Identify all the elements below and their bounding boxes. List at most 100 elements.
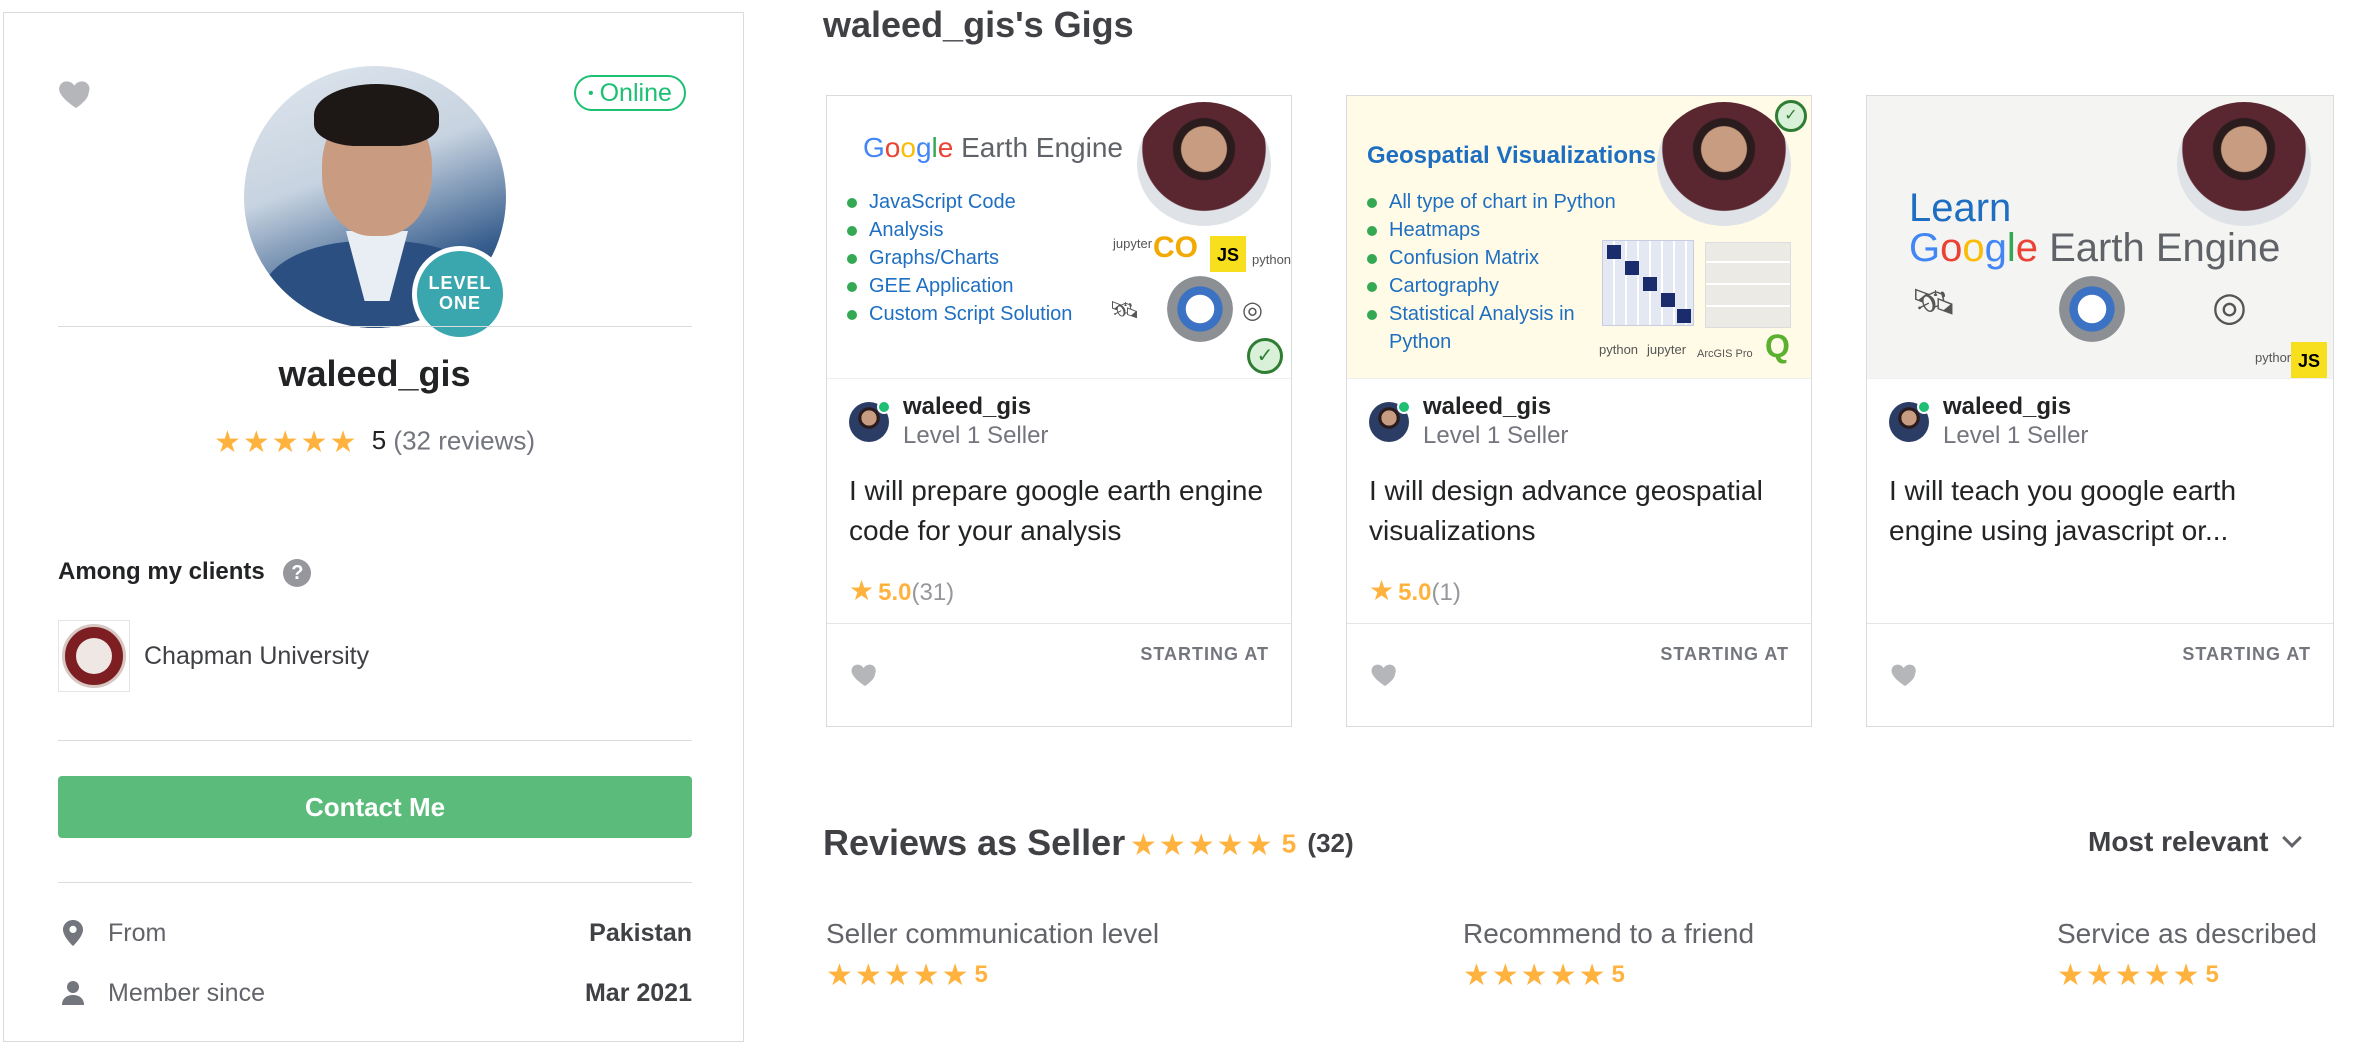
qgis-icon: Q — [1765, 328, 1790, 364]
star-icon: ★ — [1369, 575, 1395, 606]
rating-stars-icon: ★★★★★ — [1463, 959, 1608, 992]
rating-stars-icon: ★★★★★ — [826, 959, 971, 992]
jupyter-icon: jupyter — [1647, 342, 1687, 357]
rating-stars-icon: ★★★★★ — [1130, 829, 1275, 862]
rating-value: 5 — [371, 425, 387, 456]
profile-username[interactable]: waleed_gis — [4, 353, 745, 395]
gig-rating: ★ 5.0(31) — [849, 575, 955, 606]
seller-name[interactable]: waleed_gis — [1943, 393, 2088, 421]
gig-footer: STARTING AT — [827, 623, 1291, 728]
seller-avatar — [849, 400, 891, 442]
profile-rating: ★★★★★ 5 (32 reviews) — [4, 425, 745, 460]
reviews-section-heading: Reviews as Seller — [823, 822, 1126, 863]
gig-card-2[interactable]: Geospatial Visualizations ✓ All type of … — [1346, 95, 1812, 727]
client-name: Chapman University — [144, 641, 370, 670]
chevron-down-icon — [2281, 828, 2302, 848]
reviews-sort-dropdown[interactable]: Most relevant — [2088, 826, 2302, 858]
chapman-university-logo — [58, 620, 130, 692]
gig-title-link[interactable]: I will teach you google earth engine usi… — [1889, 471, 2319, 551]
satellite-icon: 🛰 — [1911, 281, 1957, 322]
seller-avatar — [1369, 400, 1411, 442]
earth-engine-gear-icon — [2059, 276, 2125, 342]
gig-footer: STARTING AT — [1867, 623, 2333, 728]
review-breakdown-item: Service as described ★★★★★ 5 — [2057, 918, 2317, 992]
seller-name[interactable]: waleed_gis — [1423, 393, 1568, 421]
satellite-icon: 🛰 — [1109, 297, 1140, 324]
seller-name[interactable]: waleed_gis — [903, 393, 1048, 421]
seller-level: Level 1 Seller — [1423, 422, 1569, 449]
python-icon: python — [1599, 342, 1639, 357]
python-icon: python — [1252, 252, 1291, 267]
gig-title-link[interactable]: I will design advance geospatial visuali… — [1369, 471, 1799, 551]
gig-thumbnail[interactable]: Google Earth Engine JavaScript Code Anal… — [827, 96, 1291, 379]
gig-seller-info[interactable]: waleed_gis Level 1 Seller — [1889, 392, 2088, 452]
seller-portrait — [1657, 102, 1791, 226]
gig-thumbnail[interactable]: Geospatial Visualizations ✓ All type of … — [1347, 96, 1811, 379]
star-icon: ★ — [849, 575, 875, 606]
review-count-link[interactable]: (32 reviews) — [393, 425, 535, 455]
javascript-icon: JS — [1210, 236, 1246, 272]
reviews-overall-rating: ★★★★★ 5 (32) — [1130, 828, 1354, 862]
rating-stars-icon: ★★★★★ — [2057, 959, 2202, 992]
javascript-icon: JS — [2291, 342, 2327, 378]
thumb-title: Learn Google Earth Engine — [1909, 186, 2281, 270]
price-label: STARTING AT — [1140, 644, 1269, 664]
globe-icon: ◎ — [1242, 297, 1263, 324]
thumb-bullet-list: All type of chart in Python Heatmaps Con… — [1367, 188, 1616, 356]
thumb-title: Geospatial Visualizations — [1367, 142, 1656, 169]
arcgis-icon: ArcGIS Pro — [1697, 348, 1753, 360]
thumb-title: Google Earth Engine — [863, 132, 1123, 163]
gigs-section-heading: waleed_gis's Gigs — [823, 4, 1134, 45]
seller-level: Level 1 Seller — [903, 422, 1049, 449]
online-dot-icon — [877, 400, 891, 414]
confusion-matrix-graphic — [1602, 240, 1694, 326]
level-one-badge: LEVEL ONE — [412, 246, 508, 342]
divider — [58, 882, 692, 883]
review-breakdown-item: Recommend to a friend ★★★★★ 5 — [1463, 918, 1755, 992]
online-dot-icon — [1397, 400, 1411, 414]
price-label: STARTING AT — [2182, 644, 2311, 664]
online-dot-icon: • — [588, 85, 594, 103]
gig-title-link[interactable]: I will prepare google earth engine code … — [849, 471, 1279, 551]
clients-section-title: Among my clients ? — [58, 558, 312, 587]
colab-icon: CO — [1153, 231, 1198, 264]
profile-avatar[interactable]: LEVEL ONE — [244, 66, 514, 342]
gig-rating: ★ 5.0(1) — [1369, 575, 1461, 606]
save-gig-heart-icon[interactable] — [1889, 658, 1921, 690]
contact-me-button[interactable]: Contact Me — [58, 776, 692, 838]
scatter-plot-graphic — [1705, 242, 1791, 328]
earth-engine-gear-icon — [1167, 276, 1233, 342]
seller-avatar — [1889, 400, 1931, 442]
divider — [58, 740, 692, 741]
seller-profile-card: • Online LEVEL ONE waleed_gis ★★★★★ 5 (32… — [3, 12, 744, 1042]
user-icon — [58, 981, 88, 1005]
gig-card-1[interactable]: Google Earth Engine JavaScript Code Anal… — [826, 95, 1292, 727]
review-breakdown-item: Seller communication level ★★★★★ 5 — [826, 918, 1160, 992]
favorite-heart-icon[interactable] — [56, 73, 96, 113]
save-gig-heart-icon[interactable] — [849, 658, 881, 690]
gig-footer: STARTING AT — [1347, 623, 1811, 728]
online-dot-icon — [1917, 400, 1931, 414]
thumb-bullet-list: JavaScript Code Analysis Graphs/Charts G… — [847, 188, 1072, 328]
divider — [58, 326, 692, 327]
seller-level: Level 1 Seller — [1943, 422, 2089, 449]
seller-portrait — [1137, 102, 1271, 226]
verified-check-icon: ✓ — [1775, 100, 1807, 132]
online-status-badge: • Online — [574, 75, 686, 111]
client-item[interactable]: Chapman University — [58, 620, 369, 692]
save-gig-heart-icon[interactable] — [1369, 658, 1401, 690]
gig-seller-info[interactable]: waleed_gis Level 1 Seller — [1369, 392, 1568, 452]
gig-card-3[interactable]: Learn Google Earth Engine 🛰 ◎ python JS … — [1866, 95, 2334, 727]
jupyter-icon: jupyter — [1113, 236, 1153, 251]
info-from-row: From Pakistan — [58, 915, 692, 951]
python-icon: python — [2255, 350, 2295, 365]
location-pin-icon — [58, 920, 88, 946]
price-label: STARTING AT — [1660, 644, 1789, 664]
gig-thumbnail[interactable]: Learn Google Earth Engine 🛰 ◎ python JS — [1867, 96, 2333, 379]
info-member-since-row: Member since Mar 2021 — [58, 975, 692, 1011]
rating-stars-icon: ★★★★★ — [213, 426, 359, 459]
gig-seller-info[interactable]: waleed_gis Level 1 Seller — [849, 392, 1048, 452]
globe-icon: ◎ — [2212, 285, 2247, 329]
help-icon[interactable]: ? — [283, 558, 312, 587]
verified-check-icon: ✓ — [1247, 338, 1283, 374]
